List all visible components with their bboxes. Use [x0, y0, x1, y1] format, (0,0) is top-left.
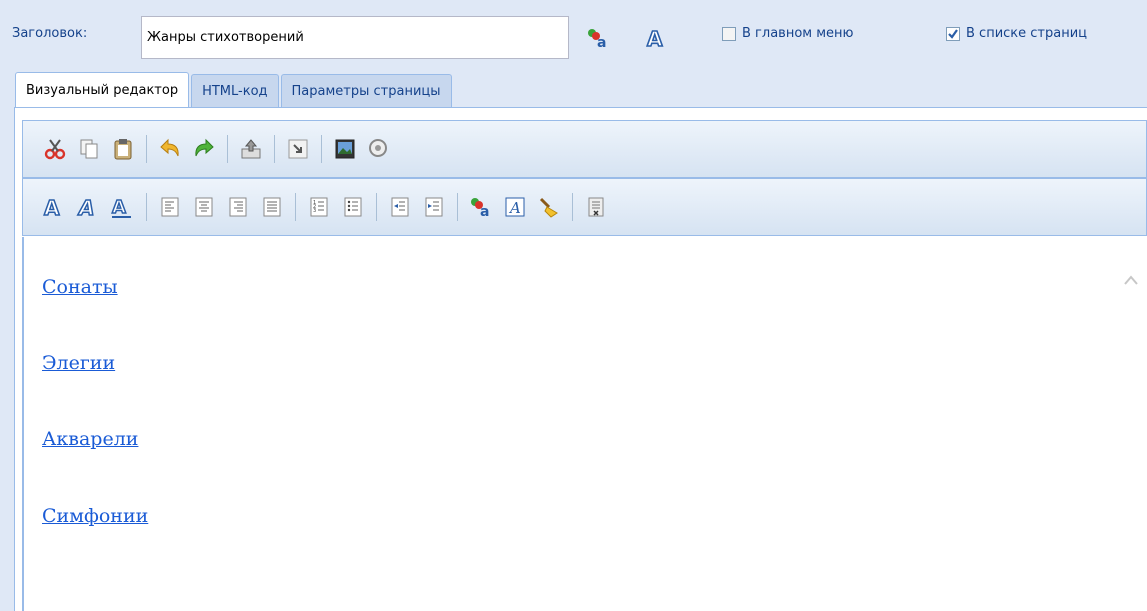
toolbar-separator: [321, 135, 322, 163]
paste-icon[interactable]: [108, 134, 138, 164]
justify-icon[interactable]: [257, 192, 287, 222]
link-elegii[interactable]: Элегии: [42, 352, 115, 374]
page-header: Заголовок: a A В главном меню В списке с…: [0, 0, 1147, 70]
toolbar-row-1: [22, 120, 1147, 178]
cut-icon[interactable]: [40, 134, 70, 164]
toolbar-separator: [146, 193, 147, 221]
main-menu-checkbox[interactable]: В главном меню: [722, 26, 853, 41]
align-right-icon[interactable]: [223, 192, 253, 222]
svg-text:A: A: [508, 199, 521, 217]
outdent-icon[interactable]: [385, 192, 415, 222]
toolbar-separator: [376, 193, 377, 221]
upload-icon[interactable]: [236, 134, 266, 164]
ordered-list-icon[interactable]: 123: [304, 192, 334, 222]
page-list-checkbox[interactable]: В списке страниц: [946, 26, 1087, 41]
unordered-list-icon[interactable]: [338, 192, 368, 222]
text-color-icon[interactable]: a: [466, 192, 496, 222]
link-akvareli[interactable]: Акварели: [42, 428, 138, 450]
svg-text:A: A: [112, 197, 126, 218]
toolbar-separator: [295, 193, 296, 221]
toolbar-separator: [457, 193, 458, 221]
italic-font-icon[interactable]: A: [74, 192, 104, 222]
svg-text:A: A: [647, 27, 663, 49]
font-icon[interactable]: A: [644, 24, 672, 52]
align-center-icon[interactable]: [189, 192, 219, 222]
indent-icon[interactable]: [419, 192, 449, 222]
svg-text:A: A: [44, 196, 60, 219]
svg-text:A: A: [77, 196, 94, 219]
toolbar-separator: [227, 135, 228, 163]
toolbar-separator: [274, 135, 275, 163]
insert-link-icon[interactable]: [283, 134, 313, 164]
link-simfonii[interactable]: Симфонии: [42, 505, 148, 527]
undo-icon[interactable]: [155, 134, 185, 164]
tab-html-code[interactable]: HTML-код: [191, 74, 279, 108]
scrollbar[interactable]: [1114, 237, 1147, 611]
source-icon[interactable]: [581, 192, 611, 222]
main-menu-checkbox-label: В главном меню: [742, 26, 854, 41]
redo-icon[interactable]: [189, 134, 219, 164]
toolbar-row-2: A A A 123 a A: [22, 178, 1147, 236]
link-sonaty[interactable]: Сонаты: [42, 276, 118, 298]
clear-format-icon[interactable]: [534, 192, 564, 222]
svg-text:3: 3: [313, 208, 316, 214]
tab-visual-editor[interactable]: Визуальный редактор: [15, 72, 190, 108]
align-left-icon[interactable]: [155, 192, 185, 222]
page-list-checkbox-label: В списке страниц: [966, 26, 1088, 41]
svg-text:a: a: [597, 35, 606, 49]
page-list-checkbox-box[interactable]: [946, 26, 960, 41]
title-label: Заголовок:: [12, 26, 88, 41]
checkmark-icon: [948, 28, 958, 39]
find-icon[interactable]: [364, 134, 394, 164]
svg-text:a: a: [480, 204, 489, 218]
underline-font-icon[interactable]: A: [108, 192, 138, 222]
editor-content[interactable]: Сонаты Элегии Акварели Симфонии: [24, 237, 1114, 611]
title-input[interactable]: [141, 16, 569, 59]
font-icon[interactable]: A: [40, 192, 70, 222]
main-menu-checkbox-box[interactable]: [722, 26, 736, 41]
editor-tabs: Визуальный редактор HTML-код Параметры с…: [15, 72, 454, 108]
tab-page-settings[interactable]: Параметры страницы: [280, 74, 452, 108]
toolbar-separator: [146, 135, 147, 163]
copy-icon[interactable]: [74, 134, 104, 164]
image-icon[interactable]: [330, 134, 360, 164]
chevron-up-icon[interactable]: [1122, 271, 1140, 289]
toolbar-separator: [572, 193, 573, 221]
text-color-icon[interactable]: a: [584, 24, 612, 52]
font-style-icon[interactable]: A: [500, 192, 530, 222]
